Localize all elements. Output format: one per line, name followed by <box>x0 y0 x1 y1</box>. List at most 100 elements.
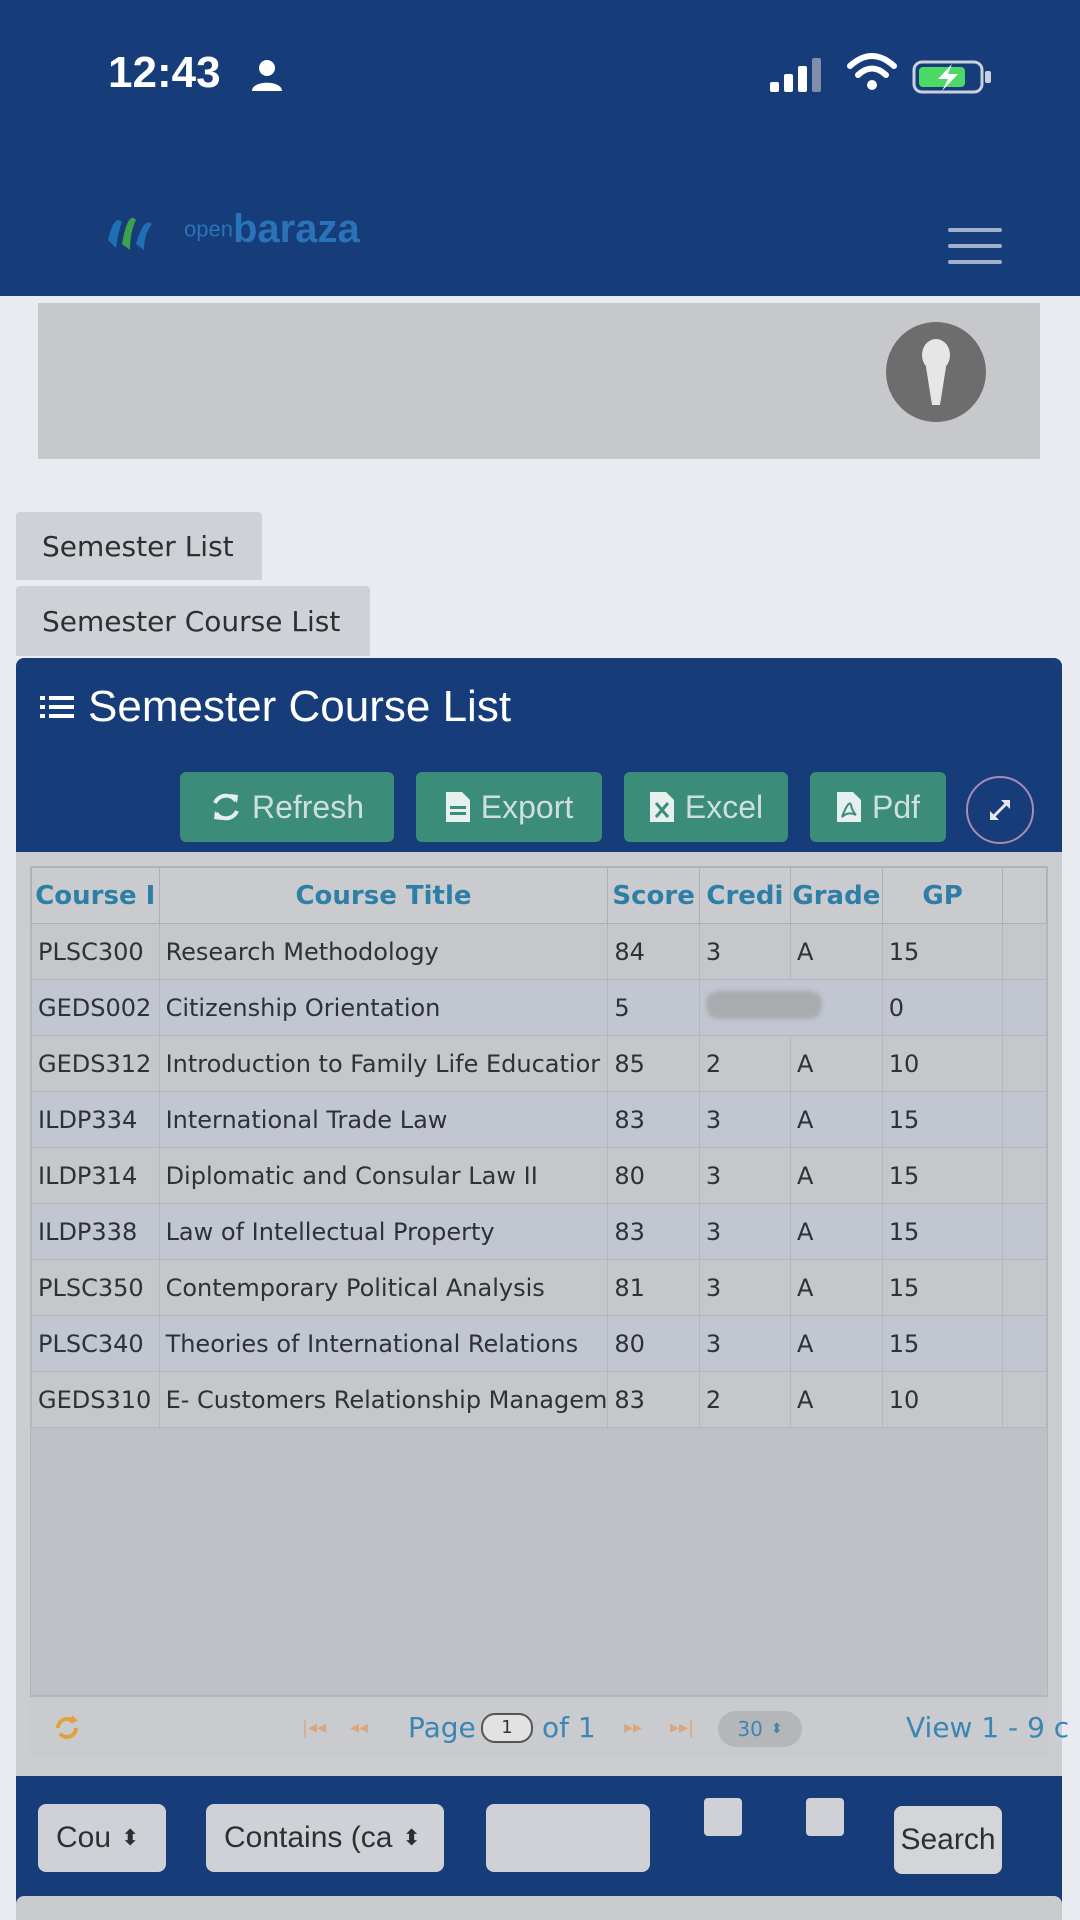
export-label: Export <box>480 788 574 825</box>
rows-per-page-select[interactable]: 30 ⬍ <box>718 1711 802 1747</box>
checkbox-or[interactable] <box>806 1798 844 1836</box>
search-operator-select[interactable]: Contains (ca ⬍ <box>206 1804 444 1872</box>
cell-grade: A <box>789 1315 883 1372</box>
cell-grade: A <box>789 1203 883 1260</box>
cell-credit: 3 <box>698 1259 791 1316</box>
cell-gp: 15 <box>881 1203 1004 1260</box>
chevron-updown-icon: ⬍ <box>121 1825 140 1850</box>
col-header-spacer <box>1002 867 1047 924</box>
cell-course-title: Research Methodology <box>158 923 609 980</box>
table-row[interactable]: GEDS002 Citizenship Orientation 5 0 <box>31 979 1047 1036</box>
cell-gp: 0 <box>881 979 1004 1036</box>
status-time: 12:43 <box>108 48 221 97</box>
cell-score: 5 <box>607 979 700 1036</box>
cell-credit: 2 <box>698 1035 791 1092</box>
chevron-updown-icon: ⬍ <box>402 1825 421 1850</box>
page-number-input[interactable]: 1 <box>481 1713 533 1743</box>
table-row[interactable]: PLSC300 Research Methodology 84 3 A 15 <box>31 923 1047 980</box>
cell-course-id: PLSC350 <box>31 1259 160 1316</box>
cell-course-title: Diplomatic and Consular Law II <box>158 1147 609 1204</box>
cell-course-id: ILDP314 <box>31 1147 160 1204</box>
bottom-panel-edge <box>16 1896 1062 1920</box>
table-row[interactable]: ILDP338 Law of Intellectual Property 83 … <box>31 1203 1047 1260</box>
excel-label: Excel <box>684 788 764 825</box>
col-header-course-title[interactable]: Course Title <box>158 867 609 924</box>
cell-credit: 3 <box>698 1147 791 1204</box>
openbaraza-logo[interactable]: openbaraza <box>100 200 360 258</box>
checkbox-and[interactable] <box>704 1798 742 1836</box>
cell-credit: 3 <box>698 923 791 980</box>
cell-credit: 2 <box>698 1371 791 1428</box>
table-row[interactable]: GEDS310 E- Customers Relationship Manage… <box>31 1371 1047 1428</box>
first-page-icon[interactable]: |◂◂ <box>302 1717 326 1738</box>
cell-grade: A <box>789 1035 883 1092</box>
expand-button[interactable] <box>966 776 1034 844</box>
course-table: Course I Course Title Score Credi Grade … <box>31 867 1047 1428</box>
table-row[interactable]: ILDP334 International Trade Law 83 3 A 1… <box>31 1091 1047 1148</box>
signal-icon <box>770 58 821 92</box>
col-header-course-id[interactable]: Course I <box>31 867 160 924</box>
pdf-file-icon <box>836 792 861 822</box>
search-input[interactable] <box>486 1804 650 1872</box>
cell-course-id: PLSC300 <box>31 923 160 980</box>
expand-icon <box>989 799 1011 821</box>
cell-course-id: GEDS312 <box>31 1035 160 1092</box>
rows-per-page-value: 30 <box>737 1717 763 1741</box>
person-icon <box>252 60 282 91</box>
tab-semester-course-list[interactable]: Semester Course List <box>16 586 370 656</box>
search-field-select[interactable]: Cou ⬍ <box>38 1804 166 1872</box>
col-header-gp[interactable]: GP <box>881 867 1004 924</box>
col-header-score[interactable]: Score <box>607 867 700 924</box>
search-button[interactable]: Search <box>894 1806 1002 1874</box>
cell-score: 81 <box>607 1259 700 1316</box>
wifi-icon <box>847 53 897 90</box>
cell-gp: 10 <box>881 1035 1004 1092</box>
cell-gp: 15 <box>881 1147 1004 1204</box>
refresh-button[interactable]: Refresh <box>180 772 394 842</box>
next-page-icon[interactable]: ▸▸ <box>624 1717 642 1738</box>
cell-gp: 15 <box>881 1259 1004 1316</box>
cell-score: 80 <box>607 1315 700 1372</box>
cell-course-title: Theories of International Relations <box>158 1315 609 1372</box>
cell-course-title: E- Customers Relationship Managem <box>158 1371 609 1428</box>
user-silhouette-icon <box>922 339 950 405</box>
refresh-icon <box>213 793 239 821</box>
course-grid: Course I Course Title Score Credi Grade … <box>30 866 1048 1696</box>
cell-gp: 15 <box>881 1091 1004 1148</box>
page-count-label: of 1 <box>542 1711 596 1744</box>
cell-course-title: Law of Intellectual Property <box>158 1203 609 1260</box>
excel-button[interactable]: Excel <box>624 772 788 842</box>
menu-icon <box>948 228 1002 232</box>
table-header-row: Course I Course Title Score Credi Grade … <box>31 867 1047 924</box>
tab-semester-list[interactable]: Semester List <box>16 512 262 580</box>
cell-grade: A <box>789 1259 883 1316</box>
cell-course-id: PLSC340 <box>31 1315 160 1372</box>
last-page-icon[interactable]: ▸▸| <box>670 1717 694 1738</box>
cell-credit <box>698 979 883 1036</box>
cell-grade: A <box>789 1371 883 1428</box>
table-row[interactable]: PLSC340 Theories of International Relati… <box>31 1315 1047 1372</box>
cell-course-id: ILDP334 <box>31 1091 160 1148</box>
col-header-credit[interactable]: Credi <box>698 867 791 924</box>
avatar[interactable] <box>886 322 986 422</box>
col-header-grade[interactable]: Grade <box>789 867 883 924</box>
logo-name: baraza <box>232 206 360 251</box>
reload-icon[interactable] <box>52 1713 82 1743</box>
cell-grade: A <box>789 1147 883 1204</box>
cell-grade: A <box>789 923 883 980</box>
prev-page-icon[interactable]: ◂◂ <box>350 1717 368 1738</box>
table-row[interactable]: GEDS312 Introduction to Family Life Educ… <box>31 1035 1047 1092</box>
logo-prefix: open <box>184 216 233 241</box>
export-button[interactable]: Export <box>416 772 602 842</box>
search-field-value: Cou <box>56 1821 112 1854</box>
table-row[interactable]: PLSC350 Contemporary Political Analysis … <box>31 1259 1047 1316</box>
cell-course-title: Citizenship Orientation <box>158 979 609 1036</box>
table-row[interactable]: ILDP314 Diplomatic and Consular Law II 8… <box>31 1147 1047 1204</box>
pdf-button[interactable]: Pdf <box>810 772 946 842</box>
page-label: Page <box>408 1711 476 1744</box>
cell-gp: 15 <box>881 923 1004 980</box>
cell-score: 83 <box>607 1203 700 1260</box>
cell-course-id: ILDP338 <box>31 1203 160 1260</box>
cell-course-id: GEDS002 <box>31 979 160 1036</box>
menu-button[interactable] <box>948 228 1002 270</box>
